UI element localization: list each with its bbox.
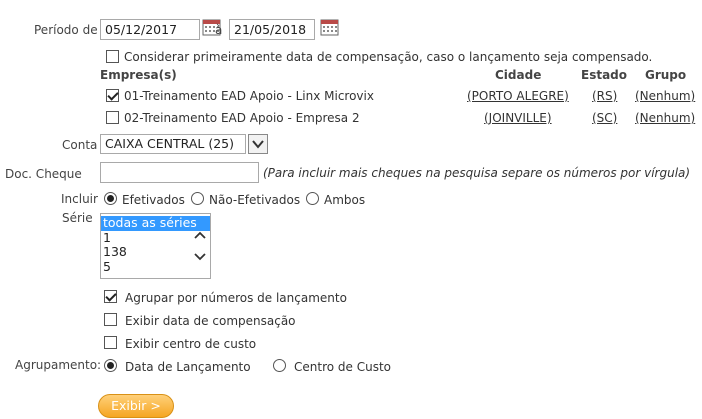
series-listbox[interactable]: todas as séries 1 138 5 (100, 213, 211, 279)
group-by-number-checkbox[interactable] (104, 290, 117, 303)
show-compensation-date-label: Exibir data de compensação (125, 314, 296, 328)
grouping-option-label: Centro de Custo (294, 360, 391, 374)
compensation-label: Considerar primeiramente data de compens… (124, 50, 653, 64)
show-cost-center-checkbox[interactable] (104, 336, 117, 349)
company-city-link[interactable]: (PORTO ALEGRE) (467, 88, 569, 104)
grouping-option-label: Data de Lançamento (125, 360, 251, 374)
calendar-icon[interactable] (320, 18, 340, 37)
check-doc-input[interactable] (100, 162, 259, 183)
group-header: Grupo (645, 68, 687, 82)
compensation-checkbox[interactable] (106, 50, 119, 63)
account-select-toggle[interactable] (248, 134, 268, 154)
state-header: Estado (581, 68, 628, 82)
show-button[interactable]: Exibir > (98, 394, 174, 418)
check-doc-hint: (Para incluir mais cheques na pesquisa s… (263, 166, 691, 180)
include-radio-nao-efetivados[interactable] (191, 192, 204, 205)
companies-header: Empresa(s) (100, 68, 177, 82)
show-cost-center-label: Exibir centro de custo (125, 337, 257, 351)
check-doc-label: Doc. Cheque (5, 167, 82, 181)
period-separator: à (215, 23, 223, 37)
include-radio-ambos[interactable] (306, 192, 319, 205)
include-option-label: Efetivados (122, 193, 185, 207)
company-checkbox[interactable] (106, 111, 119, 124)
chevron-down-icon (252, 140, 264, 149)
series-option[interactable]: todas as séries (101, 215, 210, 231)
scroll-up-icon[interactable] (193, 230, 207, 240)
grouping-label: Agrupamento: (15, 358, 102, 372)
scroll-down-icon[interactable] (193, 252, 207, 262)
company-city-link[interactable]: (JOINVILLE) (484, 110, 552, 126)
series-label: Série (62, 211, 93, 225)
company-name: 02-Treinamento EAD Apoio - Empresa 2 (124, 111, 360, 125)
account-label: Conta (62, 138, 98, 152)
company-state-link[interactable]: (RS) (592, 88, 617, 104)
period-from-input[interactable]: 05/12/2017 (100, 19, 200, 40)
show-compensation-date-checkbox[interactable] (104, 313, 117, 326)
group-by-number-label: Agrupar por números de lançamento (125, 291, 347, 305)
grouping-radio-cost-center[interactable] (273, 359, 286, 372)
grouping-radio-date[interactable] (104, 359, 117, 372)
company-state-link[interactable]: (SC) (592, 110, 617, 126)
account-select[interactable]: CAIXA CENTRAL (25) (100, 134, 246, 154)
include-label: Incluir (61, 192, 98, 206)
include-radio-efetivados[interactable] (104, 192, 117, 205)
include-option-label: Ambos (324, 193, 366, 207)
company-group-link[interactable]: (Nenhum) (635, 110, 695, 126)
company-checkbox[interactable] (106, 89, 119, 102)
company-group-link[interactable]: (Nenhum) (635, 88, 695, 104)
period-to-input[interactable]: 21/05/2018 (229, 19, 315, 40)
include-option-label: Não-Efetivados (209, 193, 301, 207)
period-label: Período de (34, 23, 98, 37)
company-name: 01-Treinamento EAD Apoio - Linx Microvix (124, 89, 374, 103)
city-header: Cidade (495, 68, 542, 82)
